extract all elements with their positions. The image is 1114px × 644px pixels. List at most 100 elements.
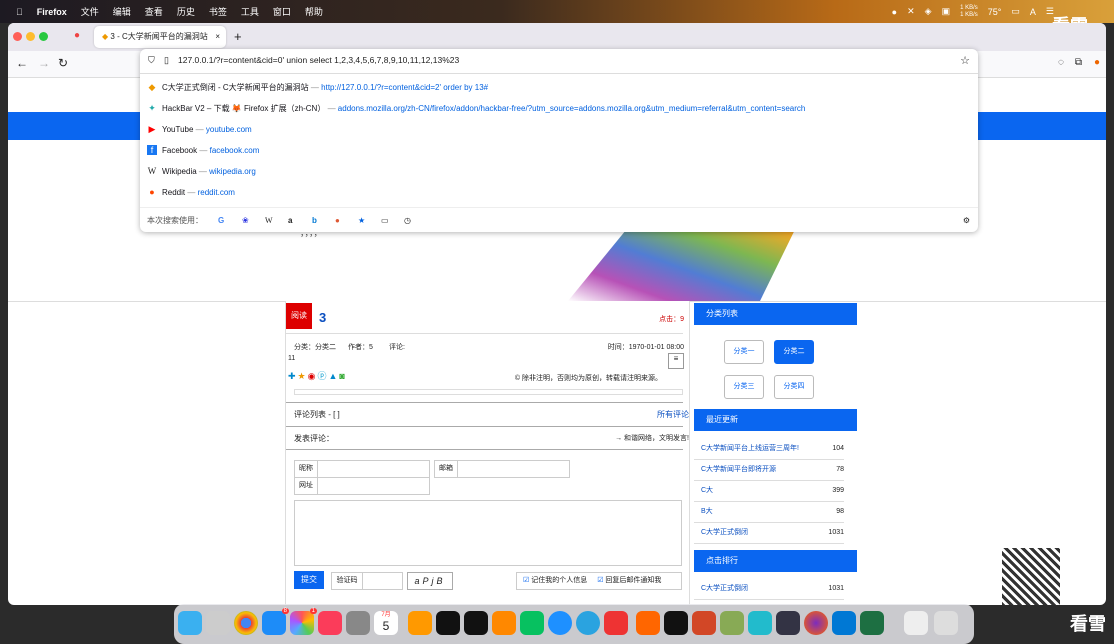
menu-app-name[interactable]: Firefox	[37, 7, 67, 17]
document-icon[interactable]	[904, 611, 928, 635]
bolt-icon[interactable]	[748, 611, 772, 635]
share-a-icon[interactable]: ▲	[329, 371, 340, 381]
minimize-window-button[interactable]	[26, 32, 35, 41]
app-fan-icon[interactable]	[492, 611, 516, 635]
shield-icon[interactable]: ⛉	[148, 55, 155, 66]
menu-bookmarks[interactable]: 书签	[209, 5, 227, 18]
list-item[interactable]: C大学新闻平台即将开源 78	[694, 460, 844, 481]
list-item-link[interactable]: C大学正式倒闭	[701, 523, 748, 543]
firefox-icon[interactable]	[804, 611, 828, 635]
list-item-link[interactable]: B大	[701, 502, 713, 522]
archive-icon[interactable]	[720, 611, 744, 635]
firefox-view-icon[interactable]: ●	[74, 30, 80, 41]
chrome-icon[interactable]	[234, 611, 258, 635]
bing-icon[interactable]: b	[312, 208, 317, 233]
menu-edit[interactable]: 编辑	[113, 5, 131, 18]
excel-icon[interactable]	[860, 611, 884, 635]
close-window-button[interactable]	[13, 32, 22, 41]
telegram-icon[interactable]	[576, 611, 600, 635]
category-2-button[interactable]: 分类二	[774, 340, 814, 364]
input-method-icon[interactable]: A	[1030, 7, 1036, 17]
share-star-icon[interactable]: ★	[298, 371, 308, 381]
url-input[interactable]: 127.0.0.1/?r=content&cid=0' union select…	[178, 55, 459, 65]
tab-active[interactable]: ◆ 3 - C大学新闻平台的漏洞站 ×	[94, 26, 226, 48]
list-item[interactable]: C大学新闻平台上线运营三周年! 104	[694, 439, 844, 460]
list-item[interactable]: C大学正式倒闭 1031	[694, 523, 844, 544]
app-orange-icon[interactable]	[408, 611, 432, 635]
menu-view[interactable]: 查看	[145, 5, 163, 18]
url-field[interactable]: ⛉ ▯ 127.0.0.1/?r=content&cid=0' union se…	[140, 49, 978, 74]
search-settings-icon[interactable]: ⚙	[963, 208, 970, 233]
terminal-app-icon[interactable]	[664, 611, 688, 635]
calendar-icon[interactable]: 7月 5	[374, 611, 398, 635]
finder-icon[interactable]	[178, 611, 202, 635]
list-item[interactable]: B大 98	[694, 502, 844, 523]
menu-help[interactable]: 帮助	[305, 5, 323, 18]
list-item-link[interactable]: C大学正式倒闭	[701, 579, 748, 599]
notify-checkbox[interactable]: ☑	[597, 577, 603, 584]
duckduckgo-icon[interactable]: ●	[335, 208, 340, 233]
suggestion-item[interactable]: ◆ C大学正式倒闭 - C大学新闻平台的漏洞站 — http://127.0.0…	[140, 77, 978, 98]
forward-icon[interactable]: →	[38, 56, 50, 70]
zoom-window-button[interactable]	[39, 32, 48, 41]
status-shield-icon[interactable]: ◈	[925, 6, 932, 17]
captcha-image[interactable]: aPjB	[407, 572, 453, 590]
list-item-link[interactable]: C大	[701, 481, 713, 501]
suggestion-item[interactable]: W Wikipedia — wikipedia.org	[140, 161, 978, 182]
back-icon[interactable]: ←	[16, 56, 28, 70]
status-record-icon[interactable]: ●	[892, 7, 897, 17]
all-comments-link[interactable]: 所有评论	[657, 409, 689, 420]
pycharm-icon[interactable]	[464, 611, 488, 635]
close-tab-icon[interactable]: ×	[215, 26, 220, 48]
list-item-link[interactable]: C大学新闻平台上线运营三周年!	[701, 439, 799, 459]
share-plus-icon[interactable]: ✚	[288, 371, 298, 381]
pocket-icon[interactable]: ◌	[1058, 57, 1064, 68]
nickname-field[interactable]: 昵称	[294, 460, 430, 478]
menu-tools[interactable]: 工具	[241, 5, 259, 18]
list-item[interactable]: C大学正式倒闭 1031	[694, 579, 844, 600]
status-cat-icon[interactable]: ▣	[942, 6, 951, 17]
extensions-icon[interactable]: ⧉	[1075, 57, 1082, 68]
category-1-button[interactable]: 分类一	[724, 340, 764, 364]
share-icons[interactable]: ✚★◉ⓟ▲◙	[288, 369, 347, 382]
list-item[interactable]: C大 399	[694, 481, 844, 502]
share-wechat-icon[interactable]: ◙	[339, 371, 346, 381]
reload-icon[interactable]: ↻	[58, 56, 68, 70]
bookmarks-search-icon[interactable]: ★	[358, 208, 365, 233]
category-4-button[interactable]: 分类四	[774, 375, 814, 399]
website-field[interactable]: 网址	[294, 477, 430, 495]
baidu-icon[interactable]: ❀	[242, 208, 249, 233]
account-icon[interactable]: ●	[1094, 57, 1100, 68]
menu-file[interactable]: 文件	[81, 5, 99, 18]
bookmark-star-icon[interactable]: ☆	[960, 54, 970, 67]
remember-checkbox[interactable]: ☑	[523, 577, 529, 584]
display-icon[interactable]: ▭	[1011, 6, 1020, 17]
suggestion-item[interactable]: f Facebook — facebook.com	[140, 140, 978, 161]
amazon-icon[interactable]: a	[288, 208, 292, 233]
apple-icon[interactable]: 	[16, 7, 23, 17]
list-item-link[interactable]: C大学新闻平台即将开源	[701, 460, 776, 480]
new-tab-button[interactable]: +	[234, 29, 242, 44]
powerpoint-icon[interactable]	[692, 611, 716, 635]
google-icon[interactable]: G	[218, 208, 224, 233]
cat-app-icon[interactable]	[776, 611, 800, 635]
email-field[interactable]: 邮箱	[434, 460, 570, 478]
status-x-icon[interactable]: ✕	[907, 6, 915, 17]
submit-button[interactable]: 提交	[294, 571, 324, 589]
suggestion-item[interactable]: ▶ YouTube — youtube.com	[140, 119, 978, 140]
share-p-icon[interactable]: ⓟ	[317, 371, 328, 381]
clion-icon[interactable]	[436, 611, 460, 635]
pdf-icon[interactable]	[604, 611, 628, 635]
weather-temp[interactable]: 75°	[988, 7, 1002, 17]
trash-icon[interactable]	[934, 611, 958, 635]
suggestion-item[interactable]: ● Reddit — reddit.com	[140, 182, 978, 203]
sublime-icon[interactable]	[636, 611, 660, 635]
photos-icon[interactable]: 1	[290, 608, 317, 635]
music-icon[interactable]	[318, 611, 342, 635]
vscode-icon[interactable]	[832, 611, 856, 635]
category-3-button[interactable]: 分类三	[724, 375, 764, 399]
settings-icon[interactable]	[346, 611, 370, 635]
captcha-field[interactable]: 验证码	[331, 572, 403, 590]
launchpad-icon[interactable]	[206, 611, 230, 635]
menu-history[interactable]: 历史	[177, 5, 195, 18]
